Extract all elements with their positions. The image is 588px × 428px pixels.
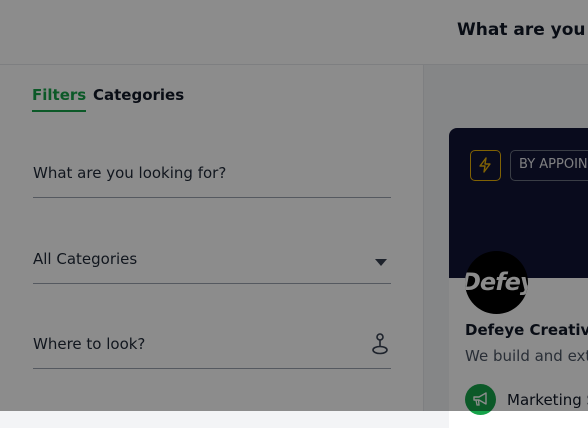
- appointment-badge: BY APPOIN: [510, 150, 588, 181]
- listing-banner: BY APPOIN: [449, 128, 588, 278]
- location-placeholder: Where to look?: [33, 335, 146, 353]
- keyword-search-placeholder: What are you looking for?: [33, 164, 227, 182]
- listing-title[interactable]: Defeye Creative: [465, 321, 588, 339]
- header-search-prompt[interactable]: What are you lo: [457, 20, 588, 40]
- keyword-search-field[interactable]: What are you looking for?: [33, 153, 391, 198]
- location-pin-icon[interactable]: [371, 332, 389, 356]
- listing-logo: Defeye: [465, 251, 528, 314]
- megaphone-icon: [473, 392, 487, 406]
- tab-categories[interactable]: Categories: [93, 86, 184, 104]
- tab-filters[interactable]: Filters: [32, 86, 87, 112]
- top-header: What are you lo: [0, 0, 588, 65]
- listing-card[interactable]: BY APPOIN Defeye Defeye Creative We buil…: [449, 128, 588, 428]
- category-select-value: All Categories: [33, 250, 138, 268]
- filters-sidebar: Filters Categories What are you looking …: [0, 65, 424, 411]
- location-field[interactable]: Where to look?: [33, 324, 391, 369]
- listing-category-label[interactable]: Marketing S: [507, 391, 588, 409]
- featured-badge: [470, 150, 501, 181]
- category-badge: [465, 384, 496, 415]
- caret-down-icon: [375, 259, 387, 266]
- logo-text: Defeye: [465, 268, 528, 296]
- lightning-bolt-icon: [479, 157, 491, 173]
- listing-description: We build and ext: [465, 347, 588, 365]
- category-select[interactable]: All Categories: [33, 239, 391, 284]
